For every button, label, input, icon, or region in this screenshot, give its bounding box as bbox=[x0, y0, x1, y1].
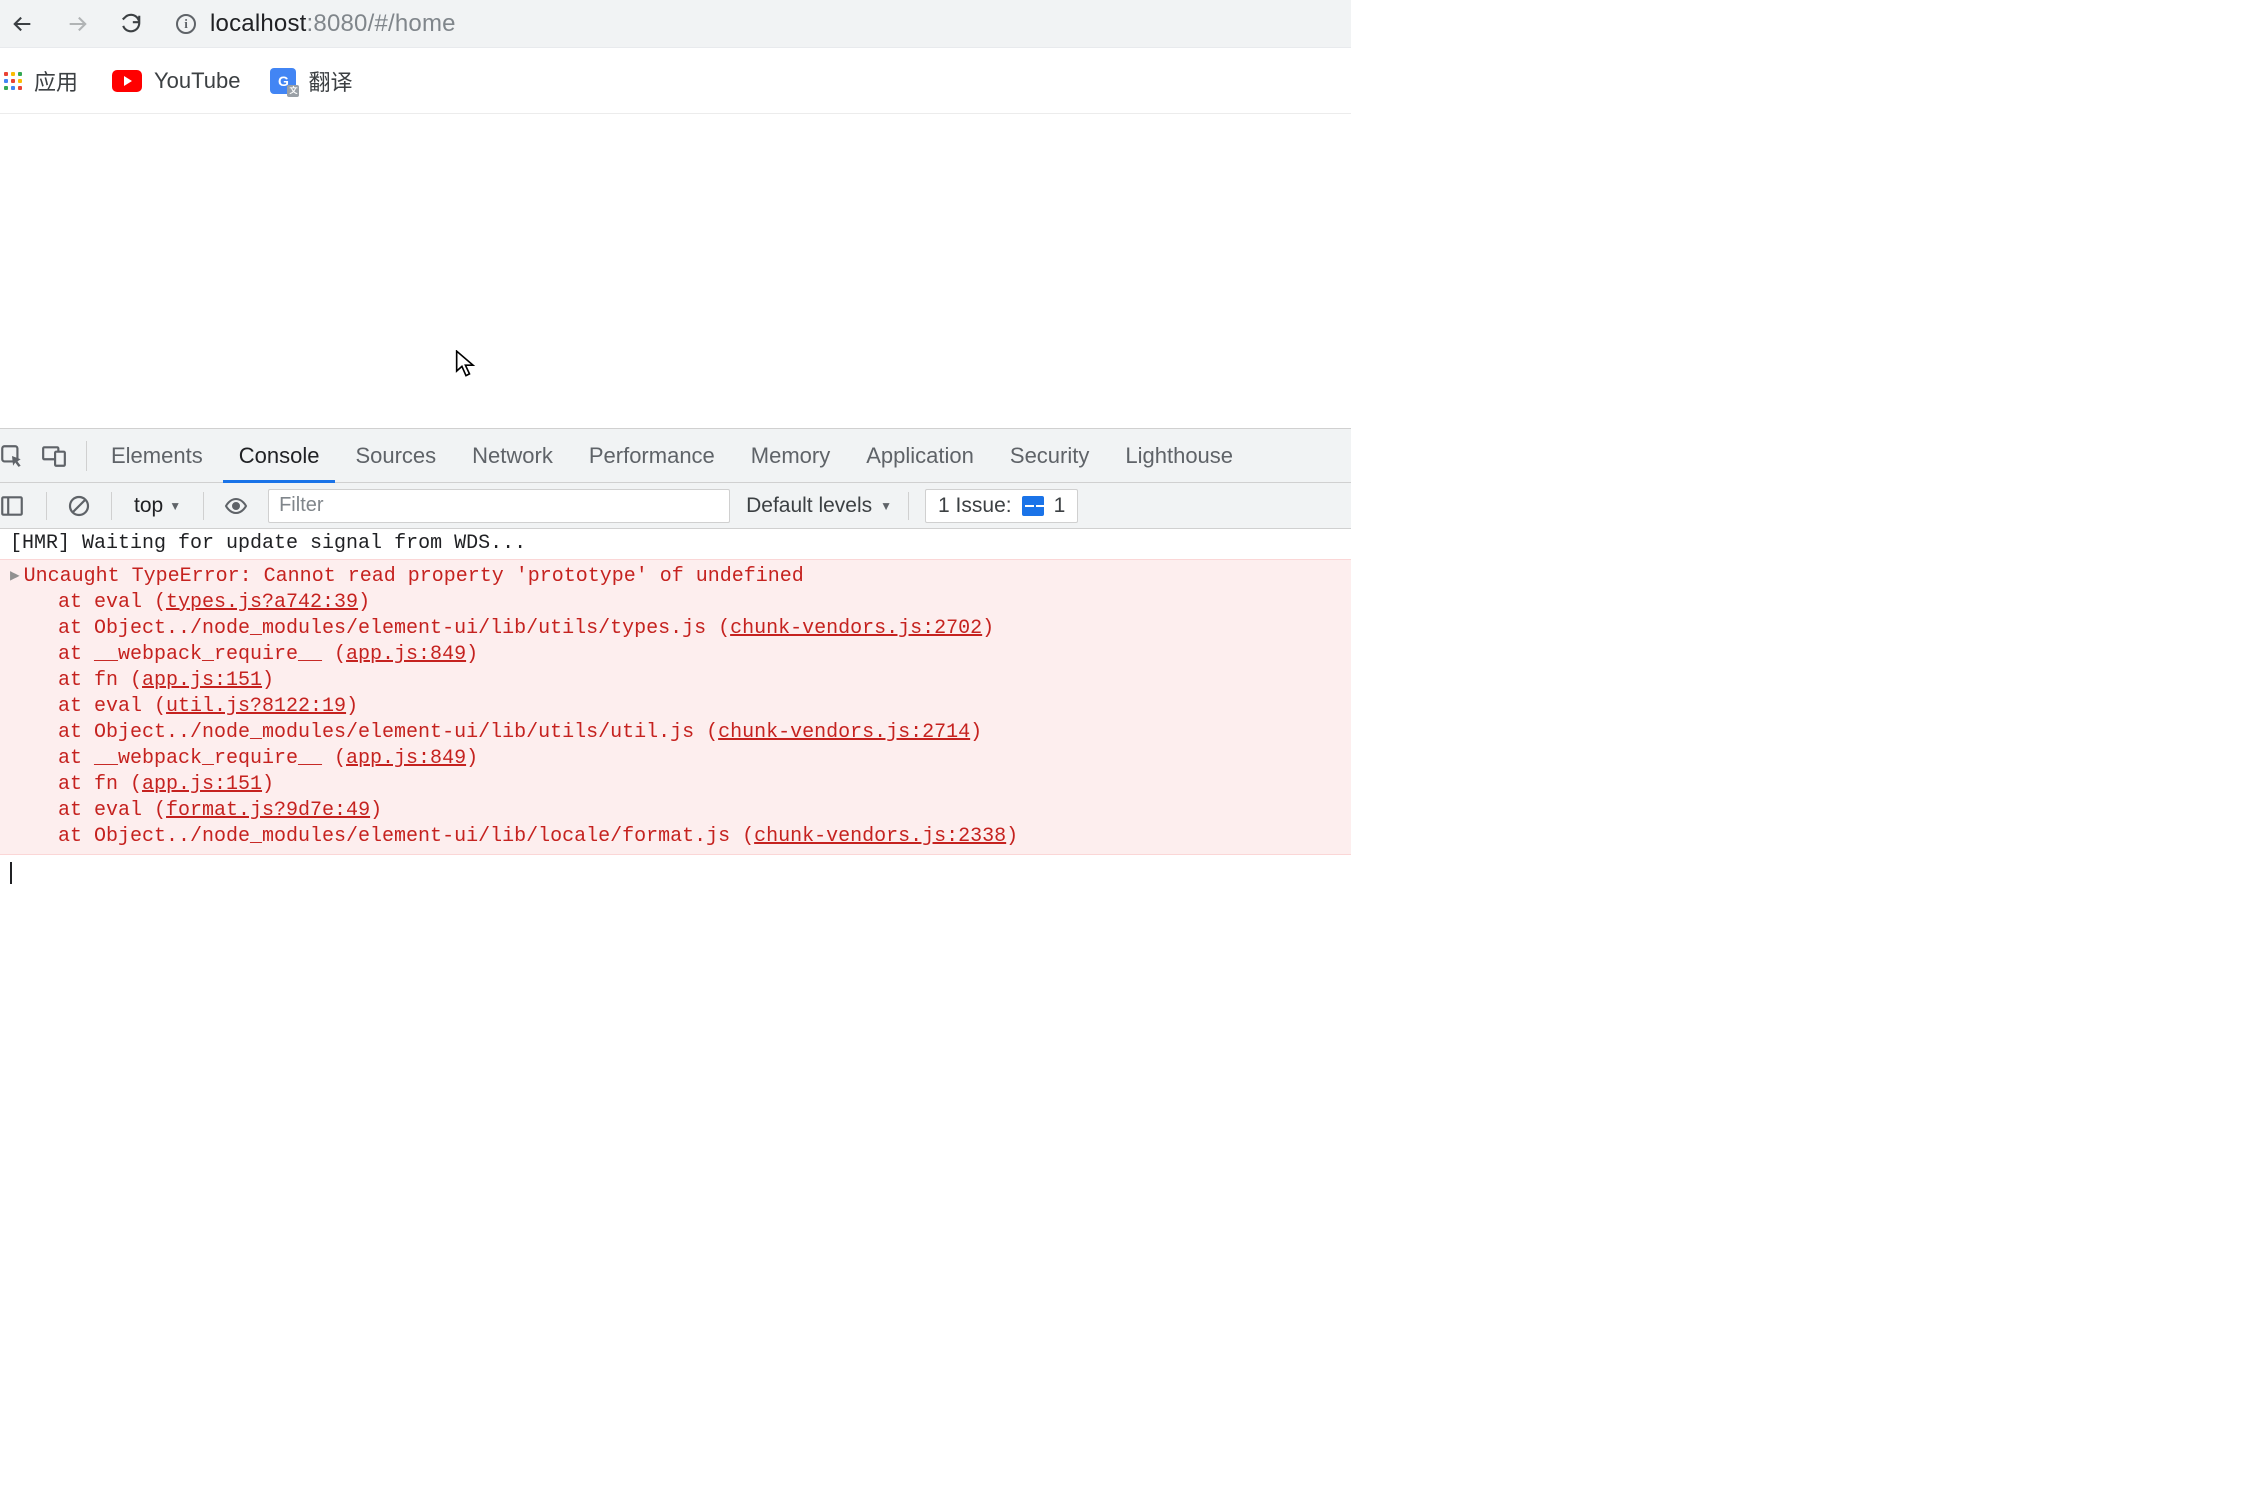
source-link[interactable]: util.js?8122:19 bbox=[166, 695, 346, 718]
source-link[interactable]: app.js:849 bbox=[346, 643, 466, 666]
bookmark-youtube[interactable]: YouTube bbox=[112, 68, 240, 94]
reload-button[interactable] bbox=[114, 7, 148, 41]
console-sidebar-toggle[interactable] bbox=[0, 488, 30, 524]
translate-icon: G文 bbox=[270, 68, 296, 94]
tab-elements[interactable]: Elements bbox=[93, 429, 221, 482]
stack-frame: at eval (util.js?8122:19) bbox=[10, 694, 1341, 720]
log-levels-select[interactable]: Default levels ▼ bbox=[746, 494, 892, 518]
tab-security[interactable]: Security bbox=[992, 429, 1107, 482]
source-link[interactable]: app.js:151 bbox=[142, 669, 262, 692]
console-filter-bar: top ▼ Filter Default levels ▼ 1 Issue: 1 bbox=[0, 483, 1351, 529]
bookmark-label: 翻译 bbox=[308, 65, 352, 97]
source-link[interactable]: types.js?a742:39 bbox=[166, 591, 358, 614]
browser-toolbar: i localhost:8080/#/home bbox=[0, 0, 1351, 48]
source-link[interactable]: app.js:151 bbox=[142, 773, 262, 796]
live-expression-button[interactable] bbox=[220, 490, 252, 522]
tab-sources[interactable]: Sources bbox=[337, 429, 454, 482]
forward-button[interactable] bbox=[60, 7, 94, 41]
source-link[interactable]: chunk-vendors.js:2338 bbox=[754, 825, 1006, 848]
stack-frame: at fn (app.js:151) bbox=[10, 772, 1341, 798]
console-output: [HMR] Waiting for update signal from WDS… bbox=[0, 529, 1351, 893]
bookmarks-bar: 应用 YouTube G文 翻译 bbox=[0, 48, 1351, 114]
chevron-down-icon: ▼ bbox=[880, 499, 892, 513]
tab-performance[interactable]: Performance bbox=[571, 429, 733, 482]
bookmark-label: YouTube bbox=[154, 68, 240, 94]
error-message: ▶ Uncaught TypeError: Cannot read proper… bbox=[10, 564, 1341, 590]
stack-frame: at Object../node_modules/element-ui/lib/… bbox=[10, 720, 1341, 746]
stack-frame: at fn (app.js:151) bbox=[10, 668, 1341, 694]
stack-frame: at Object../node_modules/element-ui/lib/… bbox=[10, 824, 1341, 850]
stack-frame: at eval (format.js?9d7e:49) bbox=[10, 798, 1341, 824]
apps-icon bbox=[4, 72, 22, 90]
separator bbox=[86, 441, 87, 471]
filter-input[interactable]: Filter bbox=[268, 489, 730, 523]
device-toggle[interactable] bbox=[36, 438, 72, 474]
error-block: ▶ Uncaught TypeError: Cannot read proper… bbox=[0, 559, 1351, 855]
devtools-panel: Elements Console Sources Network Perform… bbox=[0, 428, 1351, 893]
source-link[interactable]: chunk-vendors.js:2714 bbox=[718, 721, 970, 744]
stack-frame: at __webpack_require__ (app.js:849) bbox=[10, 746, 1341, 772]
devtools-tabs: Elements Console Sources Network Perform… bbox=[0, 429, 1351, 483]
expand-arrow-icon[interactable]: ▶ bbox=[10, 566, 20, 587]
tab-console[interactable]: Console bbox=[221, 429, 338, 482]
separator bbox=[908, 492, 909, 520]
clear-console-button[interactable] bbox=[63, 490, 95, 522]
apps-shortcut[interactable]: 应用 bbox=[0, 65, 82, 97]
inspect-button[interactable] bbox=[0, 438, 30, 474]
log-line: [HMR] Waiting for update signal from WDS… bbox=[0, 529, 1351, 559]
source-link[interactable]: chunk-vendors.js:2702 bbox=[730, 617, 982, 640]
youtube-icon bbox=[112, 70, 142, 92]
separator bbox=[46, 492, 47, 520]
tab-lighthouse[interactable]: Lighthouse bbox=[1107, 429, 1251, 482]
url-text: localhost:8080/#/home bbox=[210, 10, 456, 38]
tab-memory[interactable]: Memory bbox=[733, 429, 848, 482]
cursor-icon bbox=[455, 350, 477, 384]
stack-frame: at eval (types.js?a742:39) bbox=[10, 590, 1341, 616]
separator bbox=[111, 492, 112, 520]
bookmark-translate[interactable]: G文 翻译 bbox=[270, 65, 352, 97]
page-viewport bbox=[0, 114, 1351, 428]
address-bar[interactable]: i localhost:8080/#/home bbox=[168, 4, 1345, 44]
source-link[interactable]: app.js:849 bbox=[346, 747, 466, 770]
tab-application[interactable]: Application bbox=[848, 429, 992, 482]
tab-network[interactable]: Network bbox=[454, 429, 571, 482]
back-button[interactable] bbox=[6, 7, 40, 41]
issue-icon bbox=[1022, 496, 1044, 516]
context-selector[interactable]: top ▼ bbox=[128, 494, 187, 518]
source-link[interactable]: format.js?9d7e:49 bbox=[166, 799, 370, 822]
stack-frame: at __webpack_require__ (app.js:849) bbox=[10, 642, 1341, 668]
apps-label: 应用 bbox=[34, 65, 78, 97]
issues-chip[interactable]: 1 Issue: 1 bbox=[925, 489, 1078, 523]
console-prompt[interactable] bbox=[0, 855, 1351, 893]
chevron-down-icon: ▼ bbox=[169, 499, 181, 513]
separator bbox=[203, 492, 204, 520]
site-info-icon[interactable]: i bbox=[176, 14, 196, 34]
stack-frame: at Object../node_modules/element-ui/lib/… bbox=[10, 616, 1341, 642]
